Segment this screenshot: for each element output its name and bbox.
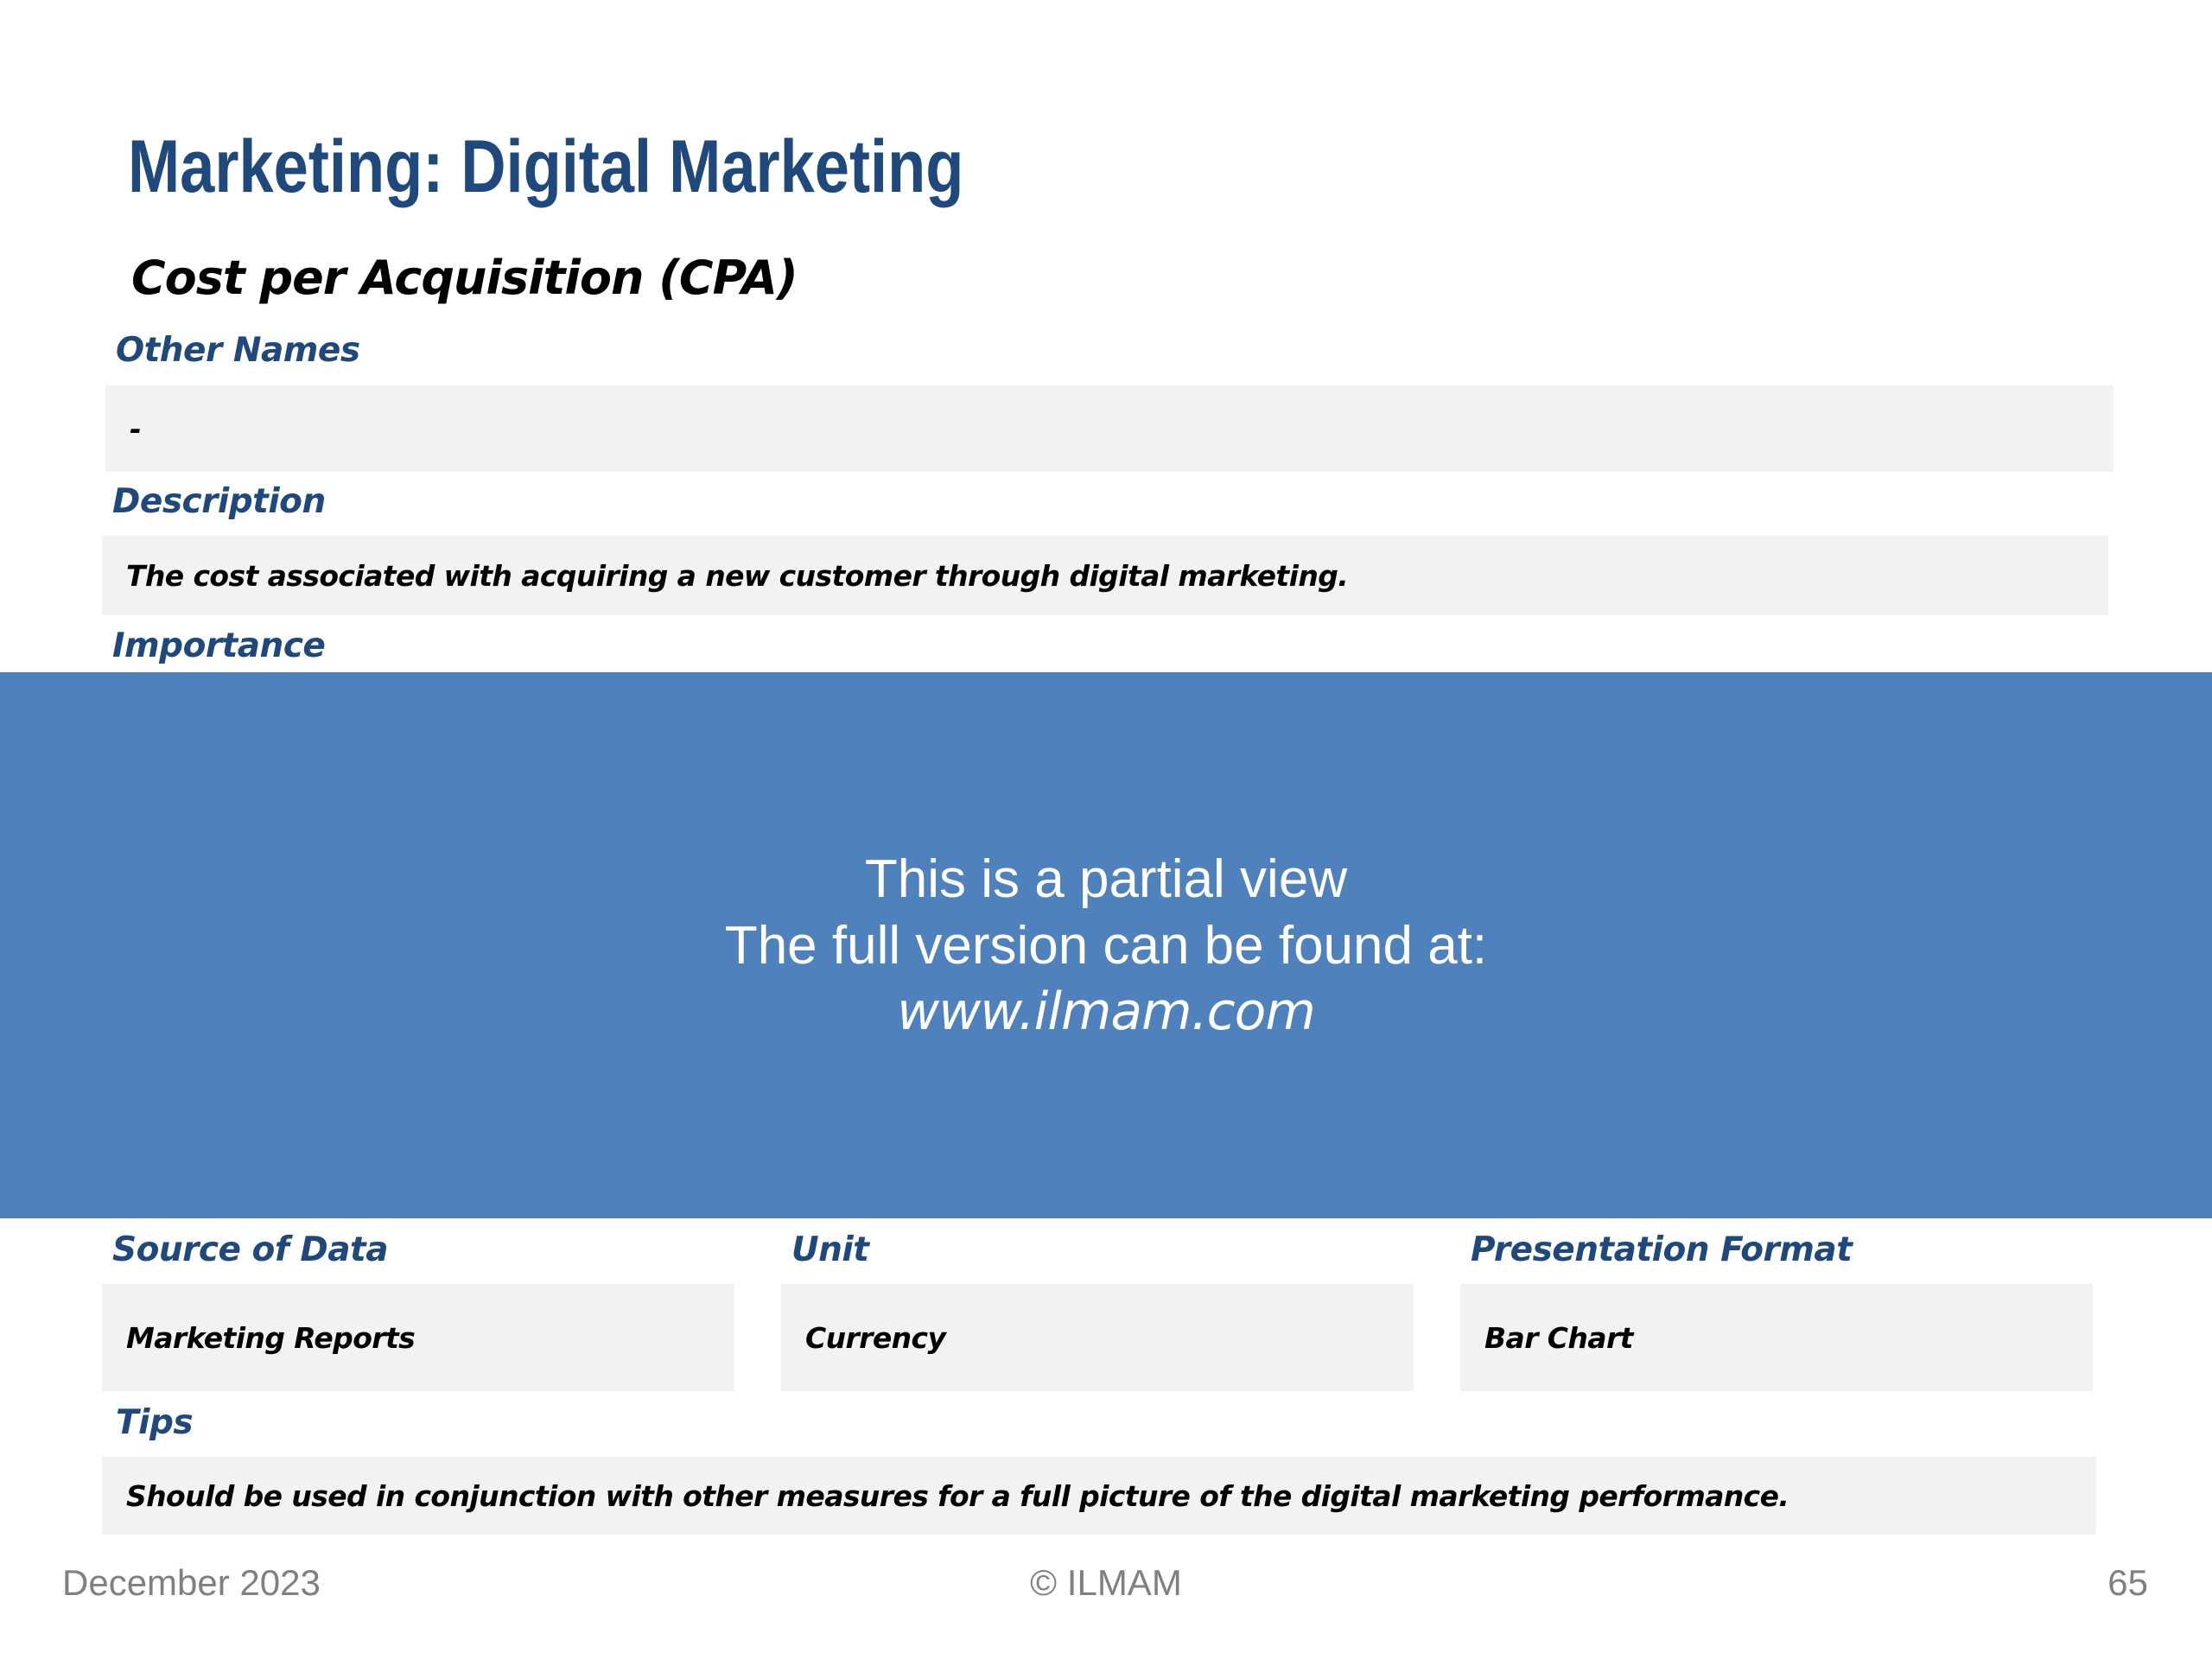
kpi-name: Cost per Acquisition (CPA) [131,251,798,305]
tips-value: Should be used in conjunction with other… [126,1478,1789,1513]
partial-view-overlay: This is a partial view The full version … [0,672,2212,1218]
overlay-line-2: The full version can be found at: [724,915,1488,976]
presentation-format-value: Bar Chart [1484,1320,1633,1355]
description-value: The cost associated with acquiring a new… [126,558,1349,593]
overlay-line-1: This is a partial view [864,849,1348,909]
footer-page-number: 65 [2107,1562,2148,1603]
unit-label: Unit [791,1230,869,1269]
unit-value: Currency [805,1320,946,1355]
description-box: The cost associated with acquiring a new… [102,536,2108,615]
tips-box: Should be used in conjunction with other… [102,1457,2096,1535]
overlay-url-link[interactable]: www.ilmam.com [897,979,1316,1046]
page-title: Marketing: Digital Marketing [128,125,964,208]
source-of-data-label: Source of Data [112,1230,389,1269]
other-names-label: Other Names [116,331,360,370]
other-names-value: - [130,411,142,446]
source-of-data-box: Marketing Reports [102,1284,734,1391]
importance-label: Importance [112,626,326,665]
other-names-box: - [105,385,2113,472]
footer-copyright: © ILMAM [1030,1562,1182,1603]
unit-box: Currency [781,1284,1414,1391]
source-of-data-value: Marketing Reports [126,1320,416,1355]
presentation-format-box: Bar Chart [1460,1284,2093,1391]
description-label: Description [112,482,326,521]
tips-label: Tips [116,1403,194,1442]
presentation-format-label: Presentation Format [1471,1230,1853,1269]
footer-date: December 2023 [62,1562,321,1603]
